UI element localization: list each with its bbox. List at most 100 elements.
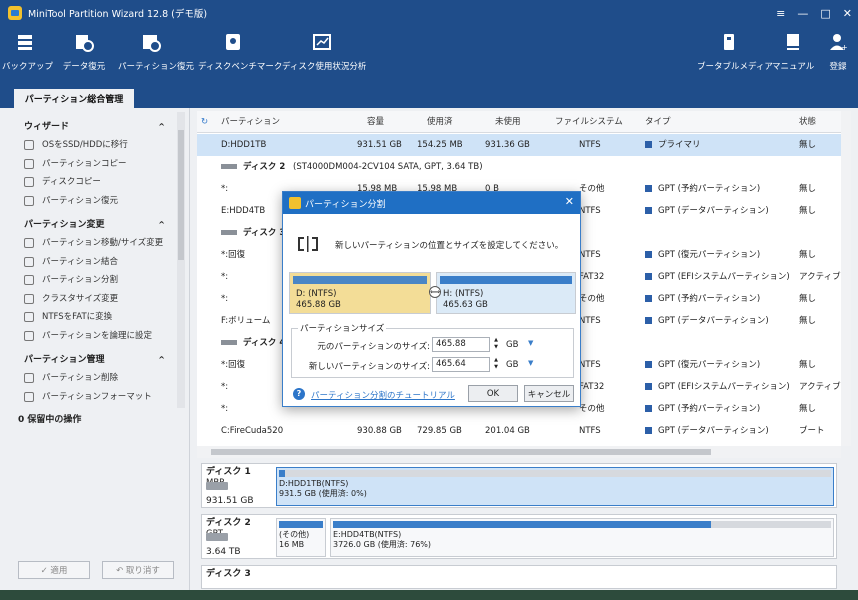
partition-type-icon — [645, 273, 652, 280]
cell-type: GPT (データパーティション) — [658, 206, 769, 216]
sidebar-item-merge[interactable]: パーティション結合 — [0, 253, 189, 272]
trash-icon — [24, 373, 34, 384]
original-size-stepper[interactable]: ▲ ▼ — [492, 337, 500, 352]
sidebar-item-delete[interactable]: パーティション削除 — [0, 369, 189, 388]
table-cell: 154.25 MB — [417, 140, 463, 150]
col-status[interactable]: 状態 — [799, 111, 816, 133]
split-slider[interactable]: D: (NTFS) 465.88 GB H: (NTFS) 465.63 GB … — [289, 272, 576, 314]
sidebar-section-manage-partition[interactable]: パーティション管理 ^ — [0, 351, 189, 369]
window-title: MiniTool Partition Wizard 12.8 (デモ版) — [28, 9, 208, 20]
maximize-button[interactable]: □ — [820, 7, 830, 20]
format-icon — [24, 391, 34, 402]
sidebar-item-migrate-os[interactable]: OSをSSD/HDDに移行 — [0, 136, 189, 155]
disk-map-row[interactable]: ディスク 1MBR 931.51 GB D:HDD1TB(NTFS) 931.5… — [201, 463, 837, 508]
space-analyzer-icon — [312, 32, 332, 52]
partition-type-icon — [645, 427, 652, 434]
toolbar-disk-benchmark-button[interactable]: ディスクベンチマーク — [198, 32, 282, 72]
disk-map-partition[interactable]: E:HDD4TB(NTFS) 3726.0 GB (使用済: 76%) — [330, 518, 834, 557]
partition-recovery-icon — [24, 195, 34, 206]
toolbar-space-analyzer-button[interactable]: ディスク使用状況分析 — [282, 32, 366, 72]
refresh-icon[interactable]: ↻ — [201, 111, 208, 133]
cell-type: プライマリ — [658, 140, 701, 150]
menu-button[interactable]: ≡ — [776, 7, 785, 20]
partition-type-icon — [645, 383, 652, 390]
table-cell: 無し — [799, 316, 817, 326]
cell-type-wrap: プライマリ — [645, 134, 701, 156]
new-size-input[interactable]: 465.64 — [432, 357, 490, 372]
partition-size-group: パーティションサイズ 元のパーティションのサイズ: 465.88 ▲ ▼ GB ▼… — [291, 322, 574, 378]
disk-map-partition[interactable]: D:HDD1TB(NTFS) 931.5 GB (使用済: 0%) — [276, 467, 834, 506]
col-capacity[interactable]: 容量 — [367, 111, 384, 133]
sidebar-item-move-resize[interactable]: パーティション移動/サイズ変更 — [0, 234, 189, 253]
table-cell: FAT32 — [579, 272, 605, 282]
cell-type: GPT (復元パーティション) — [658, 250, 761, 260]
tutorial-link[interactable]: パーティション分割のチュートリアル — [311, 389, 455, 401]
disk-description: (ST4000DM004-2CV104 SATA, GPT, 3.64 TB) — [293, 162, 483, 172]
help-icon[interactable]: ? — [293, 388, 305, 400]
toolbar-partition-recovery-button[interactable]: パーティション復元 — [118, 32, 194, 72]
toolbar-data-recovery-button[interactable]: データ復元 — [58, 32, 110, 72]
scrollbar-thumb[interactable] — [178, 130, 184, 260]
table-cell: *: — [221, 184, 229, 194]
table-cell: アクティブ — [799, 272, 841, 282]
tab-strip: パーティション総合管理 — [0, 88, 858, 108]
split-handle[interactable]: ⟺ — [429, 286, 441, 298]
sidebar-item-set-logical[interactable]: パーティションを論理に設定 — [0, 327, 189, 346]
table-cell: NTFS — [579, 250, 601, 260]
table-vertical-scrollbar[interactable] — [841, 111, 851, 446]
new-size-stepper[interactable]: ▲ ▼ — [492, 357, 500, 372]
table-row[interactable]: D:HDD1TB 931.51 GB 154.25 MB 931.36 GB NTFS プ… — [197, 134, 841, 156]
original-size-input[interactable]: 465.88 — [432, 337, 490, 352]
col-used[interactable]: 使用済 — [427, 111, 453, 133]
undo-button[interactable]: ↶ 取り消す — [102, 561, 174, 579]
disk-map-row[interactable]: ディスク 2GPT 3.64 TB (その他) 16 MB E:HDD4TB(N… — [201, 514, 837, 559]
new-size-unit[interactable]: GB — [506, 360, 518, 370]
cell-type-wrap: GPT (予約パーティション) — [645, 288, 760, 310]
sidebar-section-wizard[interactable]: ウィザード ^ — [0, 118, 189, 136]
original-size-unit[interactable]: GB — [506, 340, 518, 350]
disk-row[interactable]: ディスク 2 (ST4000DM004-2CV104 SATA, GPT, 3.6… — [197, 156, 841, 178]
sidebar-item-format[interactable]: パーティションフォーマット — [0, 388, 189, 407]
col-type[interactable]: タイプ — [645, 111, 671, 133]
split-icon — [24, 275, 34, 286]
usage-bar — [440, 276, 572, 284]
sidebar-item-ntfs-to-fat[interactable]: NTFSをFATに変換 — [0, 308, 189, 327]
toolbar-bootable-media-button[interactable]: ブータブルメディア — [697, 32, 773, 72]
ok-button[interactable]: OK — [468, 385, 518, 402]
disk-icon — [221, 164, 237, 169]
data-recovery-icon — [74, 32, 94, 52]
table-cell: *:回復 — [221, 250, 246, 260]
toolbar-backup-button[interactable]: バックアップ — [2, 32, 53, 72]
cell-type: GPT (予約パーティション) — [658, 404, 761, 414]
sidebar-item-copy-partition[interactable]: パーティションコピー — [0, 155, 189, 174]
chevron-down-icon[interactable]: ▼ — [528, 339, 533, 347]
sidebar-item-copy-disk[interactable]: ディスクコピー — [0, 173, 189, 192]
sidebar: ウィザード ^ OSをSSD/HDDに移行 パーティションコピー ディスクコピー … — [0, 108, 190, 590]
toolbar-manual-button[interactable]: マニュアル — [772, 32, 814, 72]
dialog-close-button[interactable]: ✕ — [565, 195, 574, 208]
sidebar-item-split[interactable]: パーティション分割 — [0, 271, 189, 290]
disk-map-row[interactable]: ディスク 3 — [201, 565, 837, 589]
sidebar-item-partition-recovery[interactable]: パーティション復元 — [0, 192, 189, 211]
tab-partition-management[interactable]: パーティション総合管理 — [14, 89, 134, 108]
apply-button[interactable]: ✓ 適用 — [18, 561, 90, 579]
sidebar-scrollbar[interactable] — [177, 112, 185, 408]
chevron-down-icon[interactable]: ▼ — [528, 359, 533, 367]
col-unused[interactable]: 未使用 — [495, 111, 521, 133]
col-partition[interactable]: パーティション — [221, 111, 280, 133]
close-button[interactable]: ✕ — [843, 7, 852, 20]
cancel-button[interactable]: キャンセル — [524, 385, 574, 402]
disk-map-partition[interactable]: (その他) 16 MB — [276, 518, 326, 557]
sidebar-item-cluster-size[interactable]: クラスタサイズ変更 — [0, 290, 189, 309]
minimize-button[interactable]: — — [797, 7, 808, 20]
sidebar-section-change-partition[interactable]: パーティション変更 ^ — [0, 216, 189, 234]
original-partition-block: D: (NTFS) 465.88 GB — [289, 272, 431, 314]
table-cell: 931.36 GB — [485, 140, 530, 150]
table-cell: FAT32 — [579, 382, 605, 392]
partition-recovery-icon — [141, 32, 161, 52]
toolbar-register-button[interactable]: + 登録 — [824, 32, 852, 72]
table-horizontal-scrollbar[interactable] — [197, 446, 841, 458]
table-cell: *: — [221, 382, 229, 392]
table-row[interactable]: C:FireCuda520 930.88 GB 729.85 GB 201.04 GB… — [197, 420, 841, 442]
col-filesystem[interactable]: ファイルシステム — [555, 111, 623, 133]
